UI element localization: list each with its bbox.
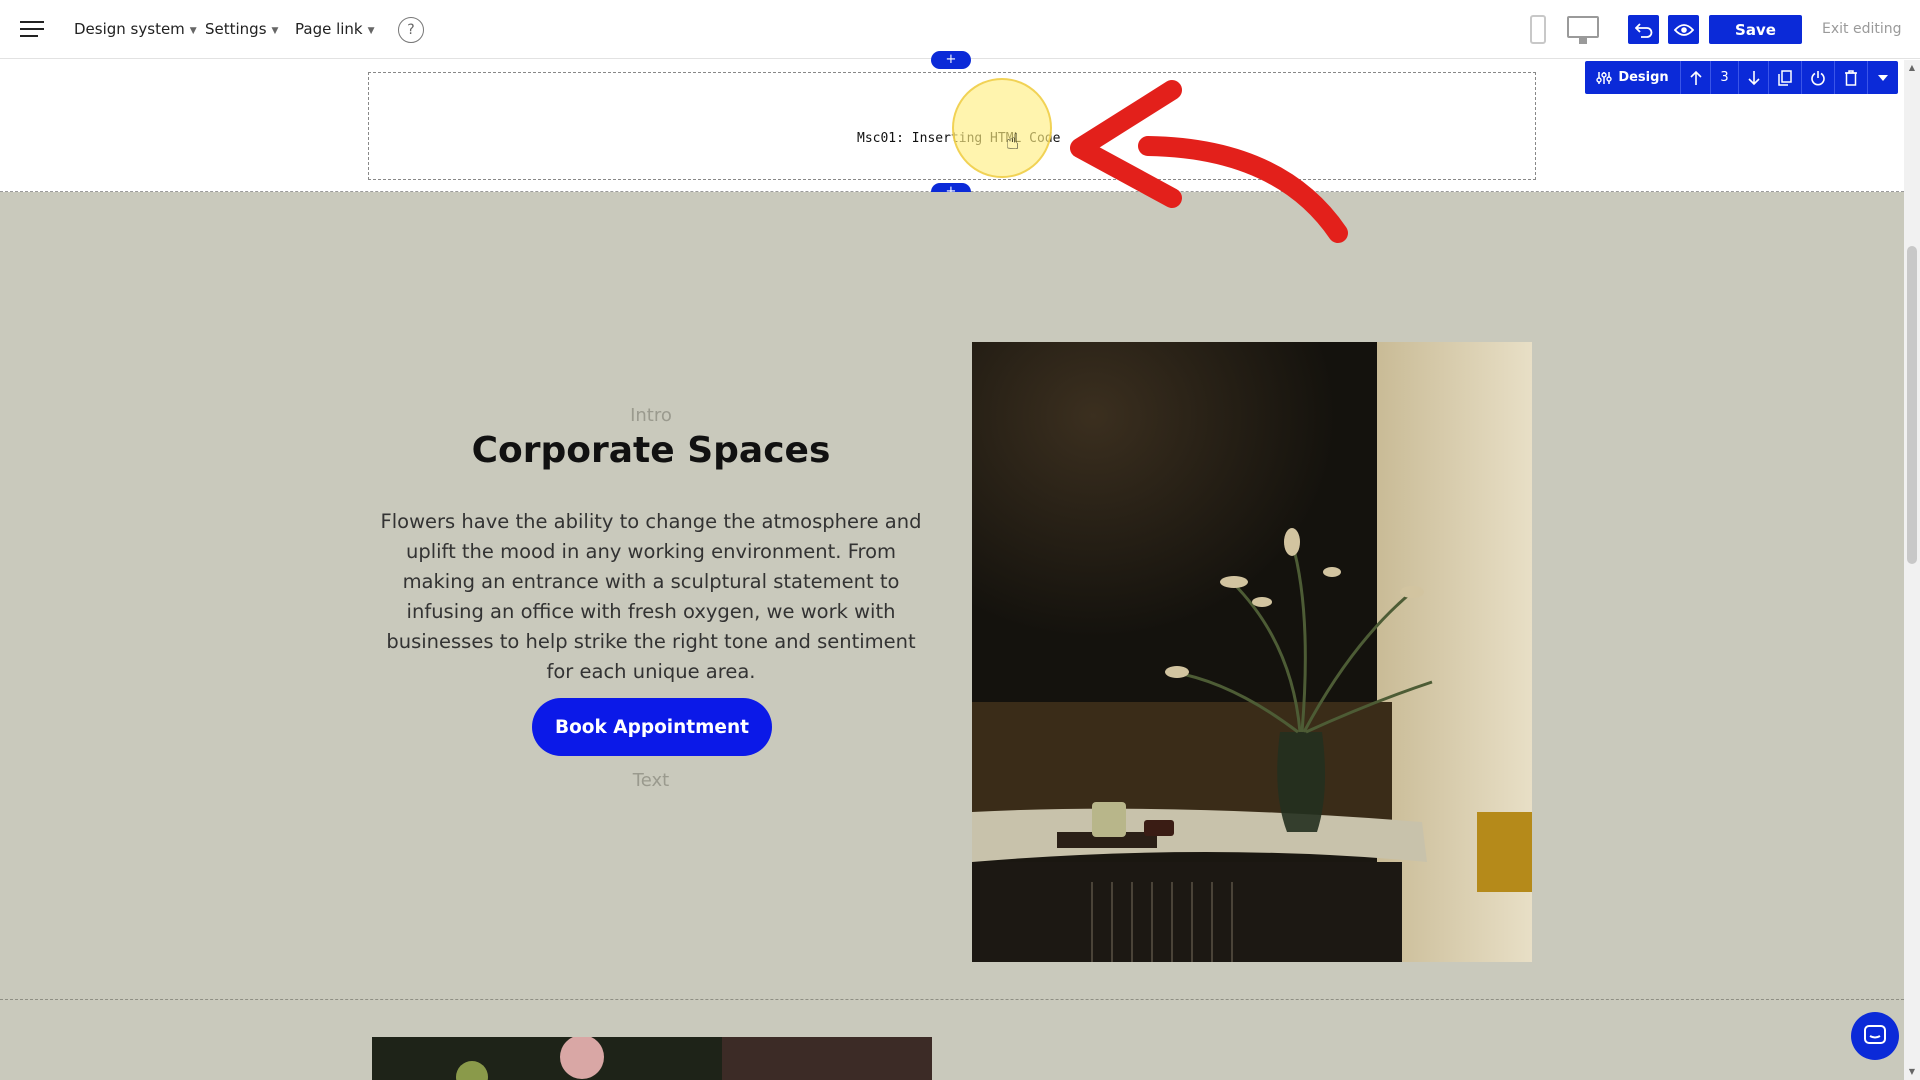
caret-down-icon: ▼ bbox=[367, 26, 375, 36]
help-icon[interactable]: ? bbox=[398, 17, 424, 43]
delete-button[interactable] bbox=[1835, 61, 1868, 94]
hand-cursor-icon: ☝ bbox=[1006, 130, 1020, 155]
page-canvas: Msc01: Inserting HTML Code + + Design 3 … bbox=[0, 51, 1904, 1080]
corporate-spaces-section[interactable]: Intro Corporate Spaces Flowers have the … bbox=[0, 192, 1904, 1000]
annotation-arrow-icon bbox=[1070, 80, 1348, 243]
section-title: Corporate Spaces bbox=[471, 430, 831, 471]
page-scrollbar[interactable]: ▲ ▼ bbox=[1904, 60, 1920, 1080]
click-highlight-circle bbox=[952, 78, 1052, 178]
eye-icon bbox=[1673, 23, 1694, 36]
flowers-vase-image[interactable] bbox=[972, 342, 1532, 962]
undo-button[interactable] bbox=[1628, 15, 1659, 44]
copy-icon bbox=[1778, 69, 1792, 86]
arrow-up-icon bbox=[1689, 70, 1702, 85]
flowers-preview-image[interactable] bbox=[372, 1037, 932, 1080]
save-button[interactable]: Save bbox=[1709, 15, 1802, 44]
page-link-menu[interactable]: Page link ▼ bbox=[295, 20, 375, 38]
desktop-stand bbox=[1579, 38, 1587, 44]
text-label: Text bbox=[632, 770, 670, 791]
chat-button[interactable] bbox=[1851, 1012, 1899, 1060]
position-count: 3 bbox=[1711, 61, 1739, 94]
more-options-button[interactable] bbox=[1868, 61, 1898, 94]
undo-arrow-icon bbox=[1634, 22, 1652, 38]
arrow-down-icon bbox=[1747, 70, 1760, 85]
element-toolbar: Design 3 bbox=[1585, 61, 1898, 94]
next-section[interactable] bbox=[0, 1000, 1904, 1080]
book-appointment-button[interactable]: Book Appointment bbox=[532, 698, 772, 756]
caret-down-icon: ▼ bbox=[271, 26, 279, 36]
toggle-visibility-button[interactable] bbox=[1802, 61, 1835, 94]
desktop-monitor-icon[interactable] bbox=[1567, 16, 1599, 38]
scroll-thumb[interactable] bbox=[1907, 246, 1917, 564]
design-label: Design bbox=[1618, 70, 1669, 85]
sliders-icon bbox=[1596, 71, 1613, 84]
design-system-menu[interactable]: Design system ▼ bbox=[74, 20, 197, 38]
design-button[interactable]: Design bbox=[1585, 61, 1681, 94]
move-up-button[interactable] bbox=[1681, 61, 1711, 94]
scroll-down-icon[interactable]: ▼ bbox=[1904, 1064, 1920, 1080]
section-body-text: Flowers have the ability to change the a… bbox=[380, 510, 922, 683]
scroll-up-icon[interactable]: ▲ bbox=[1904, 60, 1920, 76]
preview-button[interactable] bbox=[1668, 15, 1699, 44]
settings-label: Settings bbox=[205, 20, 267, 38]
hamburger-menu-icon[interactable] bbox=[20, 19, 44, 39]
exit-editing-link[interactable]: Exit editing bbox=[1822, 21, 1902, 37]
settings-menu[interactable]: Settings ▼ bbox=[205, 20, 278, 38]
add-section-above-button[interactable]: + bbox=[931, 51, 971, 69]
page-link-label: Page link bbox=[295, 20, 363, 38]
design-system-label: Design system bbox=[74, 20, 185, 38]
duplicate-button[interactable] bbox=[1769, 61, 1802, 94]
move-down-button[interactable] bbox=[1739, 61, 1769, 94]
power-icon bbox=[1811, 70, 1825, 85]
chat-bubble-icon bbox=[1864, 1025, 1886, 1044]
caret-down-icon: ▼ bbox=[189, 26, 197, 36]
mobile-device-icon[interactable] bbox=[1530, 15, 1546, 44]
trash-icon bbox=[1845, 69, 1857, 86]
chevron-down-icon bbox=[1878, 74, 1888, 81]
intro-label: Intro bbox=[630, 405, 672, 426]
